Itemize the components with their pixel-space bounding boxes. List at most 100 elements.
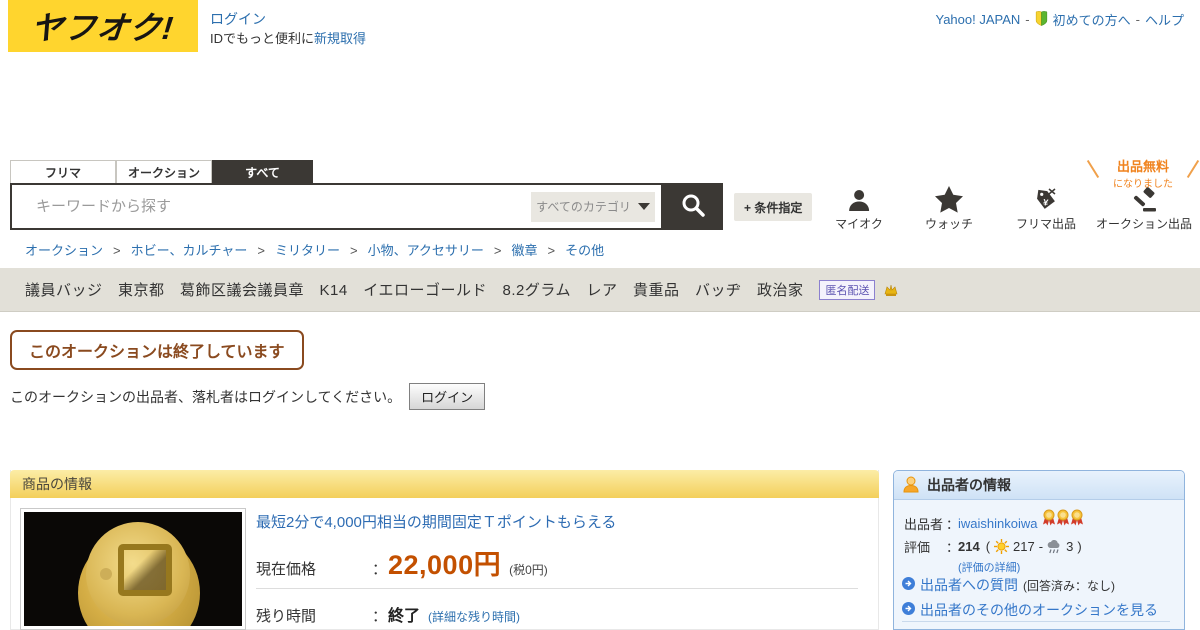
nav-my-auctions[interactable]: マイオク	[835, 183, 883, 232]
breadcrumb-accessories[interactable]: 小物、アクセサリー	[368, 243, 484, 258]
question-answered-note: (回答済み：なし)	[1023, 578, 1115, 593]
breadcrumb-separator: >	[349, 243, 358, 258]
breadcrumb: オークション > ホビー、カルチャー > ミリタリー > 小物、アクセサリー > 徽章 > その他	[25, 240, 604, 259]
arrow-circle-icon	[902, 602, 915, 618]
login-link[interactable]: ログイン	[210, 9, 266, 29]
category-dropdown-label: すべてのカテゴリ	[536, 200, 631, 214]
nav-label: マイオク	[835, 217, 883, 231]
row-divider	[256, 588, 858, 589]
beginner-mark-icon	[1035, 10, 1048, 29]
seller-medals	[1042, 509, 1084, 529]
seller-label: 出品者	[904, 516, 944, 532]
price-label: 現在価格	[256, 561, 317, 578]
breadcrumb-insignia[interactable]: 徽章	[512, 243, 538, 258]
current-price-value: 22,000円	[388, 550, 502, 580]
banner-line2: になりました	[1113, 179, 1173, 190]
rating-detail-link[interactable]: (評価の詳細)	[958, 559, 1020, 575]
tab-flea-market[interactable]: フリマ	[10, 160, 116, 184]
seller-panel-divider	[902, 621, 1170, 622]
badge-emblem	[118, 544, 172, 596]
global-header-links: Yahoo! JAPAN - 初めての方へ - ヘルプ	[935, 10, 1184, 29]
seller-other-auctions-row: 出品者のその他のオークションを見る	[902, 600, 1158, 620]
nav-label: フリマ出品	[1015, 217, 1077, 231]
product-image[interactable]	[20, 508, 246, 630]
free-listing-banner: 出品無料 になりました	[1086, 156, 1200, 190]
time-detail-link[interactable]: (詳細な残り時間)	[428, 608, 520, 625]
tpoint-promo-link[interactable]: 最短2分で4,000円相当の期間固定Ｔポイントもらえる	[256, 511, 616, 532]
beginner-guide-link[interactable]: 初めての方へ	[1053, 10, 1131, 29]
search-button[interactable]	[663, 183, 723, 230]
seller-question-link[interactable]: 出品者への質問	[920, 575, 1018, 595]
breadcrumb-separator: >	[113, 243, 121, 258]
id-benefit-text: IDでもっと便利に	[210, 31, 315, 46]
breadcrumb-other[interactable]: その他	[565, 243, 604, 258]
seller-question-row: 出品者への質問 (回答済み：なし)	[902, 575, 1115, 595]
breadcrumb-separator: >	[493, 243, 502, 258]
login-button[interactable]: ログイン	[409, 383, 486, 410]
anonymous-delivery-badge: 匿名配送	[819, 279, 876, 300]
breadcrumb-separator: >	[257, 243, 265, 258]
breadcrumb-military[interactable]: ミリタリー	[275, 243, 340, 258]
price-tag-icon: ¥	[1016, 183, 1076, 213]
yahoo-auctions-page: ヤフオク! ログイン IDでもっと便利に新規取得 Yahoo! JAPAN - …	[0, 0, 1200, 630]
register-link[interactable]: 新規取得	[314, 31, 366, 46]
time-label: 残り時間	[256, 608, 317, 625]
auction-ended-notice: このオークションは終了しています	[10, 330, 304, 370]
rating-good-count: 217	[1013, 539, 1035, 554]
search-icon	[680, 192, 706, 221]
gold-stamp-icon	[883, 283, 899, 297]
arrow-circle-icon	[902, 577, 915, 593]
nav-auction-sell[interactable]: オークション出品	[1096, 183, 1192, 232]
item-title: 議員バッジ 東京都 葛飾区議会議員章 K14 イエローゴールド 8.2グラム レ…	[25, 282, 804, 299]
nav-watchlist[interactable]: ウォッチ	[925, 183, 973, 232]
help-link[interactable]: ヘルプ	[1145, 10, 1184, 29]
seller-rating-row: 評価 ： 214 ( 217 - 3 )	[904, 537, 1084, 556]
breadcrumb-separator: >	[547, 243, 556, 258]
tax-note: (税0円)	[509, 563, 548, 577]
login-prompt-text: このオークションの出品者、落札者はログインしてください。	[10, 388, 402, 405]
medal-icon	[1056, 509, 1070, 529]
medal-icon	[1070, 509, 1084, 529]
colon: ：	[946, 540, 960, 555]
yahoo-auctions-logo[interactable]: ヤフオク!	[8, 0, 198, 52]
current-price-row: 現在価格 ： 22,000円 (税0円)	[256, 543, 548, 582]
medal-icon	[1042, 509, 1056, 529]
advanced-search-button[interactable]: + 条件指定	[734, 193, 813, 221]
nav-label: ウォッチ	[924, 217, 974, 231]
seller-header-title: 出品者の情報	[927, 477, 1011, 493]
rain-icon	[1047, 539, 1062, 554]
yahoo-japan-link[interactable]: Yahoo! JAPAN	[935, 12, 1020, 27]
seller-other-auctions-link[interactable]: 出品者のその他のオークションを見る	[920, 600, 1158, 620]
star-icon	[925, 183, 973, 213]
seller-name-link[interactable]: iwaishinkoiwa	[958, 516, 1037, 531]
seller-info-header: 出品者の情報	[894, 471, 1184, 500]
nav-flea-market-sell[interactable]: ¥ フリマ出品	[1016, 183, 1076, 232]
banner-line1: 出品無料	[1116, 159, 1169, 174]
separator-dash: -	[1025, 12, 1030, 27]
search-bar: すべてのカテゴリ	[10, 183, 663, 230]
rating-paren-close: )	[1077, 539, 1082, 554]
colon: ：	[372, 608, 388, 625]
rating-label: 評価	[904, 540, 931, 555]
rating-paren-open: (	[985, 539, 991, 554]
breadcrumb-auction[interactable]: オークション	[25, 243, 103, 258]
person-icon	[835, 183, 883, 213]
product-info-header: 商品の情報	[10, 470, 879, 498]
sun-icon	[994, 539, 1010, 554]
logo-text: ヤフオク!	[29, 10, 177, 46]
product-photo	[24, 512, 242, 626]
item-title-bar: 議員バッジ 東京都 葛飾区議会議員章 K14 イエローゴールド 8.2グラム レ…	[0, 268, 1200, 312]
tab-auction[interactable]: オークション	[116, 160, 212, 184]
breadcrumb-hobby-culture[interactable]: ホビー、カルチャー	[131, 243, 248, 258]
rating-bad-count: 3	[1066, 539, 1074, 554]
tab-all-selected[interactable]: すべて	[212, 160, 313, 184]
search-input[interactable]	[12, 185, 531, 228]
id-benefit-line: IDでもっと便利に新規取得	[210, 28, 366, 47]
seller-info-panel: 出品者の情報 出品者 ： iwaishinkoiwa 評価 ： 214 ( 21…	[893, 470, 1185, 630]
category-dropdown[interactable]: すべてのカテゴリ	[531, 191, 655, 222]
time-value: 終了	[388, 608, 421, 625]
chevron-down-icon	[637, 203, 650, 210]
remaining-time-row: 残り時間 ： 終了 (詳細な残り時間)	[256, 602, 520, 626]
colon: ：	[946, 516, 960, 532]
login-prompt-row: このオークションの出品者、落札者はログインしてください。 ログイン	[10, 383, 486, 410]
